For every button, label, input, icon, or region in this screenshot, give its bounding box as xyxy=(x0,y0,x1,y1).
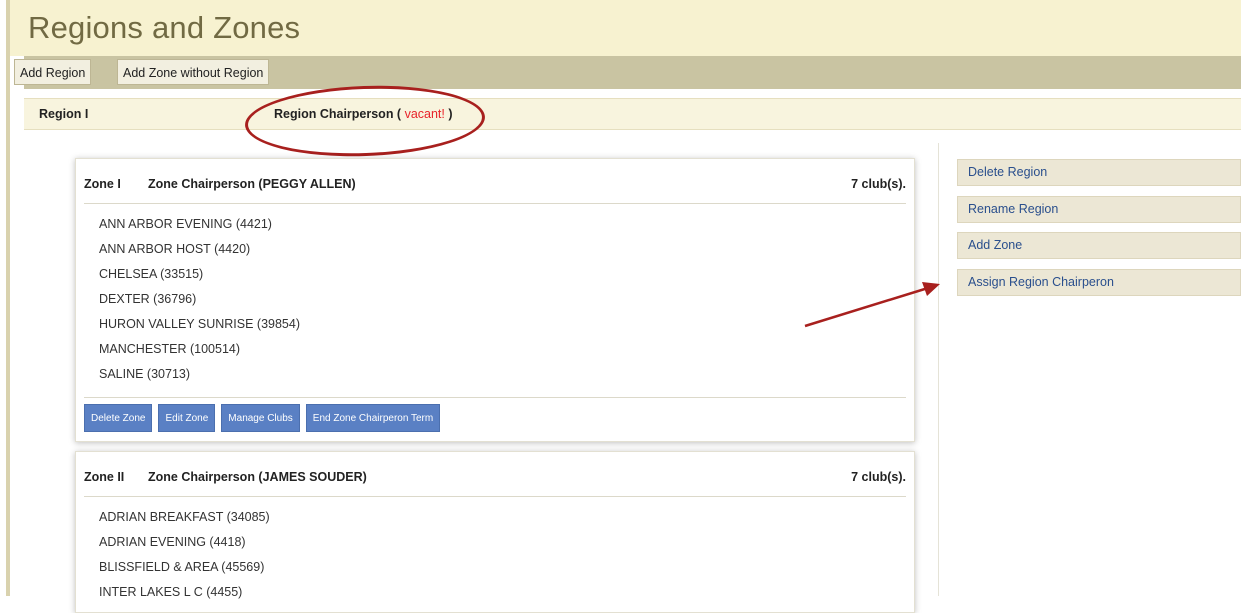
column-divider xyxy=(938,143,939,596)
club-list: ANN ARBOR EVENING (4421) ANN ARBOR HOST … xyxy=(76,204,914,387)
region-header[interactable]: Region I Region Chairperson ( vacant! ) xyxy=(24,98,1241,130)
page-title: Regions and Zones xyxy=(28,10,301,45)
zone-club-count: 7 club(s). xyxy=(851,177,906,191)
add-zone-button[interactable]: Add Zone xyxy=(957,232,1241,259)
assign-region-chair-button[interactable]: Assign Region Chairperon xyxy=(957,269,1241,296)
region-name: Region I xyxy=(39,107,89,121)
manage-clubs-button[interactable]: Manage Clubs xyxy=(221,404,300,432)
zone-chairperson: Zone Chairperson (PEGGY ALLEN) xyxy=(148,177,356,191)
club-item: INTER LAKES L C (4455) xyxy=(99,585,243,599)
club-item: ADRIAN EVENING (4418) xyxy=(99,535,246,549)
delete-region-button[interactable]: Delete Region xyxy=(957,159,1241,186)
club-item: ANN ARBOR EVENING (4421) xyxy=(99,217,272,231)
zone-header: Zone I Zone Chairperson (PEGGY ALLEN) 7 … xyxy=(84,159,906,204)
zone-club-count: 7 club(s). xyxy=(851,470,906,484)
edit-zone-button[interactable]: Edit Zone xyxy=(158,404,216,432)
club-item: MANCHESTER (100514) xyxy=(99,342,241,356)
region-chair-suffix: ) xyxy=(448,107,453,121)
zone-name: Zone II xyxy=(84,470,125,484)
club-item: SALINE (30713) xyxy=(99,367,191,381)
region-chair-prefix: Region Chairperson ( xyxy=(274,107,402,121)
add-region-button[interactable]: Add Region xyxy=(14,59,92,85)
title-bar: Regions and Zones xyxy=(10,0,1241,56)
vacant-status: vacant! xyxy=(404,107,445,121)
zone-header: Zone II Zone Chairperson (JAMES SOUDER) … xyxy=(84,452,906,497)
zone-panel: Zone II Zone Chairperson (JAMES SOUDER) … xyxy=(75,451,915,613)
club-item: BLISSFIELD & AREA (45569) xyxy=(99,560,265,574)
add-zone-without-region-button[interactable]: Add Zone without Region xyxy=(117,59,270,85)
club-item: CHELSEA (33515) xyxy=(99,267,204,281)
zone-actions: Delete Zone Edit Zone Manage Clubs End Z… xyxy=(84,397,906,440)
page: Regions and Zones Add Region Add Zone wi… xyxy=(10,0,1241,613)
club-item: DEXTER (36796) xyxy=(99,292,197,306)
region-chairperson: Region Chairperson ( vacant! ) xyxy=(274,107,453,121)
zone-name: Zone I xyxy=(84,177,121,191)
delete-zone-button[interactable]: Delete Zone xyxy=(84,404,153,432)
zone-chairperson: Zone Chairperson (JAMES SOUDER) xyxy=(148,470,367,484)
club-item: HURON VALLEY SUNRISE (39854) xyxy=(99,317,301,331)
club-list: ADRIAN BREAKFAST (34085) ADRIAN EVENING … xyxy=(76,497,914,605)
left-edge xyxy=(0,0,10,596)
club-item: ADRIAN BREAKFAST (34085) xyxy=(99,510,270,524)
zone-panel: Zone I Zone Chairperson (PEGGY ALLEN) 7 … xyxy=(75,158,915,442)
club-item: ANN ARBOR HOST (4420) xyxy=(99,242,251,256)
toolbar: Add Region Add Zone without Region xyxy=(14,56,1241,89)
end-zone-chair-term-button[interactable]: End Zone Chairperon Term xyxy=(305,404,441,432)
rename-region-button[interactable]: Rename Region xyxy=(957,196,1241,223)
